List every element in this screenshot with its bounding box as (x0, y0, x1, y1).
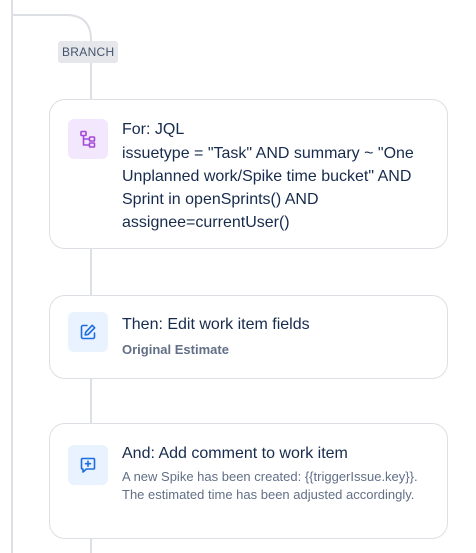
comment-preview: A new Spike has been created: {{triggerI… (122, 469, 418, 502)
edited-field-name: Original Estimate (122, 342, 229, 357)
edit-icon (68, 312, 108, 352)
jql-query: issuetype = "Task" AND summary ~ "One Un… (122, 145, 414, 231)
edit-fields-title: Then: Edit work item fields (122, 316, 310, 333)
branch-icon (68, 119, 108, 159)
edit-fields-card[interactable]: Then: Edit work item fields Original Est… (49, 295, 448, 379)
comment-add-icon (68, 445, 108, 485)
add-comment-card[interactable]: And: Add comment to work item A new Spik… (49, 423, 448, 539)
for-jql-title: For: JQL (122, 121, 185, 138)
branch-tag: BRANCH (58, 41, 119, 63)
add-comment-title: And: Add comment to work item (122, 445, 348, 462)
for-jql-card[interactable]: For: JQL issuetype = "Task" AND summary … (49, 99, 448, 249)
